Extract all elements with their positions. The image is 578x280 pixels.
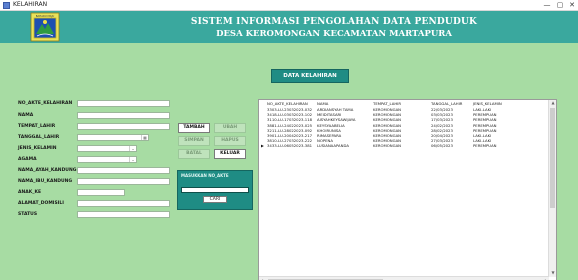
ubah-button[interactable]: UBAH	[214, 123, 246, 133]
label-no-akte: NO_AKTE_KELAHIRAN	[18, 101, 73, 106]
vertical-scrollbar[interactable]: ▲ ▼	[548, 100, 556, 277]
hapus-button[interactable]: HAPUS	[214, 136, 246, 146]
label-jenis-kelamin: JENIS_KELAMIN	[18, 146, 57, 151]
calendar-icon[interactable]: ▦	[141, 135, 148, 140]
label-nama-ibu: NAMA_IBU_KANDUNG	[18, 179, 73, 184]
cell-no-akte[interactable]: 3881-LU-24022023-025	[266, 123, 316, 128]
status-input[interactable]	[77, 211, 170, 218]
label-alamat: ALAMAT_DOMISILI	[18, 201, 64, 206]
label-nama-ayah: NAMA_AYAH_KANDUNG	[18, 168, 77, 173]
col-header-no-akte[interactable]: NO_AKTE_KELAHIRAN	[266, 100, 316, 107]
nama-ayah-input[interactable]	[77, 167, 170, 174]
col-header-jenis-kelamin[interactable]: JENIS_KELAMIN	[472, 100, 506, 107]
simpan-button[interactable]: SIMPAN	[178, 136, 210, 146]
table-row[interactable]: ▶ 3433-LU-06052023-381 LUSIANAAPANDA KER…	[259, 143, 506, 148]
alamat-input[interactable]	[77, 200, 170, 207]
data-kelahiran-button[interactable]: DATA KELAHIRAN	[271, 69, 349, 83]
minimize-button[interactable]: —	[540, 0, 554, 11]
label-nama: NAMA	[18, 113, 34, 118]
data-grid[interactable]: NO_AKTE_KELAHIRAN NAMA TEMPAT_LAHIR TANG…	[258, 99, 557, 280]
vertical-scroll-thumb[interactable]	[550, 108, 555, 208]
keluar-button[interactable]: KELUAR	[214, 149, 246, 159]
label-anak-ke: ANAK_KE	[18, 190, 42, 195]
app-title-line2: DESA KEROMONGAN KECAMATAN MARTAPURA	[216, 29, 452, 39]
window-title: KELAHIRAN	[13, 1, 48, 8]
jenis-kelamin-select[interactable]: ⌄	[77, 145, 137, 152]
cell-jenis-kelamin[interactable]: PEREMPUAN	[472, 143, 506, 148]
label-tempat-lahir: TEMPAT_LAHIR	[18, 124, 56, 129]
nama-input[interactable]	[77, 112, 170, 119]
table-header-row: NO_AKTE_KELAHIRAN NAMA TEMPAT_LAHIR TANG…	[259, 100, 506, 107]
chevron-down-icon[interactable]: ⌄	[129, 157, 136, 162]
cell-tanggal-lahir[interactable]: 06/05/2023	[430, 143, 472, 148]
cell-tempat-lahir[interactable]: KEROMONGAN	[372, 143, 430, 148]
tambah-button[interactable]: TAMBAH	[178, 123, 210, 133]
app-header: BAHARU MAJU SISTEM INFORMASI PENGOLAHAN …	[0, 11, 578, 43]
label-agama: AGAMA	[18, 157, 37, 162]
main-panel: DATA KELAHIRAN NO_AKTE_KELAHIRAN NAMA TE…	[0, 43, 578, 280]
data-table: NO_AKTE_KELAHIRAN NAMA TEMPAT_LAHIR TANG…	[259, 100, 506, 149]
col-header-tanggal-lahir[interactable]: TANGGAL_LAHIR	[430, 100, 472, 107]
col-header-tempat-lahir[interactable]: TEMPAT_LAHIR	[372, 100, 430, 107]
label-tanggal-lahir: TANGGAL_LAHIR	[18, 135, 60, 140]
tanggal-lahir-picker[interactable]: ▦	[77, 134, 149, 141]
app-title-line1: SISTEM INFORMASI PENGOLAHAN DATA PENDUDU…	[190, 17, 478, 27]
search-label: MASUKKAN NO_AKTE	[181, 173, 229, 178]
batal-button[interactable]: BATAL	[178, 149, 210, 159]
close-button[interactable]: ✕	[565, 0, 578, 11]
scroll-down-icon[interactable]: ▼	[549, 270, 556, 277]
nama-ibu-input[interactable]	[77, 178, 170, 185]
cell-no-akte[interactable]: 3433-LU-06052023-381	[266, 143, 316, 148]
label-status: STATUS	[18, 212, 38, 217]
chevron-down-icon[interactable]: ⌄	[129, 146, 136, 151]
horizontal-scrollbar[interactable]: ◀ ▶	[259, 276, 549, 280]
scroll-up-icon[interactable]: ▲	[549, 100, 556, 107]
cell-nama[interactable]: LUSIANAAPANDA	[316, 143, 372, 148]
app-icon	[3, 2, 10, 9]
no-akte-input[interactable]	[77, 100, 170, 107]
col-header-nama[interactable]: NAMA	[316, 100, 372, 107]
cell-no-akte[interactable]: 3110-LU-17032023-118	[266, 117, 316, 122]
window-titlebar: KELAHIRAN — ▢ ✕	[0, 0, 578, 11]
agama-select[interactable]: ⌄	[77, 156, 137, 163]
search-panel: MASUKKAN NO_AKTE CARI	[177, 170, 253, 210]
tempat-lahir-input[interactable]	[77, 123, 170, 130]
row-indicator-icon: ▶	[261, 143, 264, 149]
anak-ke-input[interactable]	[77, 189, 125, 196]
cari-button[interactable]: CARI	[203, 196, 227, 203]
search-no-akte-input[interactable]	[181, 187, 249, 193]
